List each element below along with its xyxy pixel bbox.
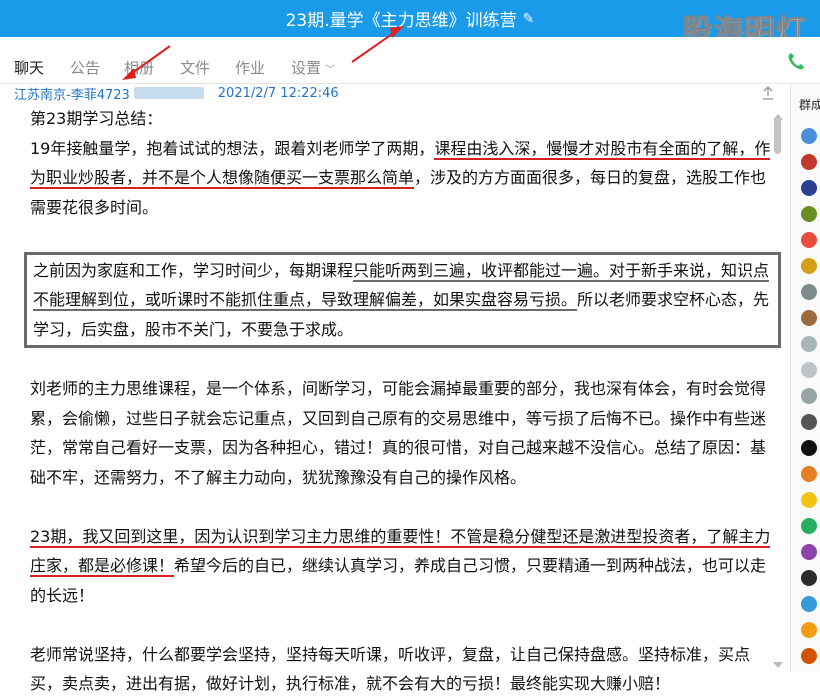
tab-settings-label: 设置 [291,59,322,77]
tab-settings[interactable]: 设置 ﹀ [291,57,335,78]
paragraph-2-a: 之前因为家庭和工作，学习时间少，每期课程 [33,260,354,280]
tab-bar: 聊天 公告 相册 文件 作业 设置 ﹀ [0,37,820,84]
member-avatar[interactable] [801,648,817,664]
member-avatar[interactable] [801,544,817,560]
member-avatar[interactable] [801,232,817,248]
member-avatar[interactable] [801,362,817,378]
member-avatar[interactable] [801,622,817,638]
member-avatar[interactable] [801,440,817,456]
scroll-down-arrow-icon[interactable] [773,662,783,668]
chevron-down-icon: ﹀ [325,65,336,76]
paragraph-4: 23期，我又回到这里，因为认识到学习主力思维的重要性！不管是稳分健型还是激进型投… [30,522,780,611]
tab-album[interactable]: 相册 [124,57,154,78]
sender-name-blur [133,87,204,99]
member-avatar[interactable] [801,570,817,586]
member-panel: 群成员 [790,84,820,672]
member-avatar[interactable] [801,206,817,222]
member-avatar[interactable] [801,154,817,170]
phone-call-icon[interactable] [786,51,806,71]
paragraph-1: 19年接触量学，抱着试试的想法，跟着刘老师学了两期，课程由浅入深，慢慢才对股市有… [30,134,780,223]
scroll-thumb[interactable] [774,118,781,154]
tab-chat[interactable]: 聊天 [14,57,44,78]
member-avatar[interactable] [801,284,817,300]
message-time: 2021/2/7 12:22:46 [217,85,339,101]
member-avatar[interactable] [801,414,817,430]
tab-announcement[interactable]: 公告 [70,57,100,78]
paragraph-5: 老师常说坚持，什么都要学会坚持，坚持每天听课，听收评，复盘，让自己保持盘感。坚持… [30,644,751,694]
message-header: 江苏南京-李菲4723 2021/2/7 12:22:46 [14,84,339,103]
paragraph-3: 刘老师的主力思维课程，是一个体系，间断学习，可能会漏掉最重要的部分，我也深有体会… [30,379,767,487]
member-avatar[interactable] [801,388,817,404]
tab-homework[interactable]: 作业 [235,57,265,78]
member-avatar[interactable] [801,518,817,534]
member-avatar[interactable] [801,258,817,274]
message-scrollbar[interactable] [772,110,784,672]
boxed-paragraph: 之前因为家庭和工作，学习时间少，每期课程只能听两到三遍，收评都能过一遍。对于新手… [24,251,781,348]
tab-files[interactable]: 文件 [180,57,210,78]
paragraph-1-a: 19年接触量学，抱着试试的想法，跟着刘老师学了两期， [30,138,435,158]
upload-icon[interactable] [762,86,774,100]
member-avatar[interactable] [801,180,817,196]
member-avatar[interactable] [801,466,817,482]
member-avatar[interactable] [801,336,817,352]
message-body: 第23期学习总结： 19年接触量学，抱着试试的想法，跟着刘老师学了两期，课程由浅… [24,104,781,699]
edit-title-icon[interactable]: ✎ [523,11,535,27]
message-title: 第23期学习总结： [30,109,163,128]
underlined-text: 课程由浅入深，慢慢才对股市有全面的了解， [434,138,755,160]
member-avatar[interactable] [801,310,817,326]
member-panel-label: 群成员 [799,98,820,112]
member-avatar[interactable] [801,128,817,144]
window-title: 23期.量学《主力思维》训练营 [285,11,517,31]
member-avatar[interactable] [801,492,817,508]
sender-name[interactable]: 江苏南京-李菲4723 [14,84,130,103]
member-avatar[interactable] [801,596,817,612]
paragraph-2: 之前因为家庭和工作，学习时间少，每期课程只能听两到三遍，收评都能过一遍。对于新手… [33,256,772,345]
underlined-text: 导致理解偏差，如果实盘容易亏损。 [321,290,578,311]
